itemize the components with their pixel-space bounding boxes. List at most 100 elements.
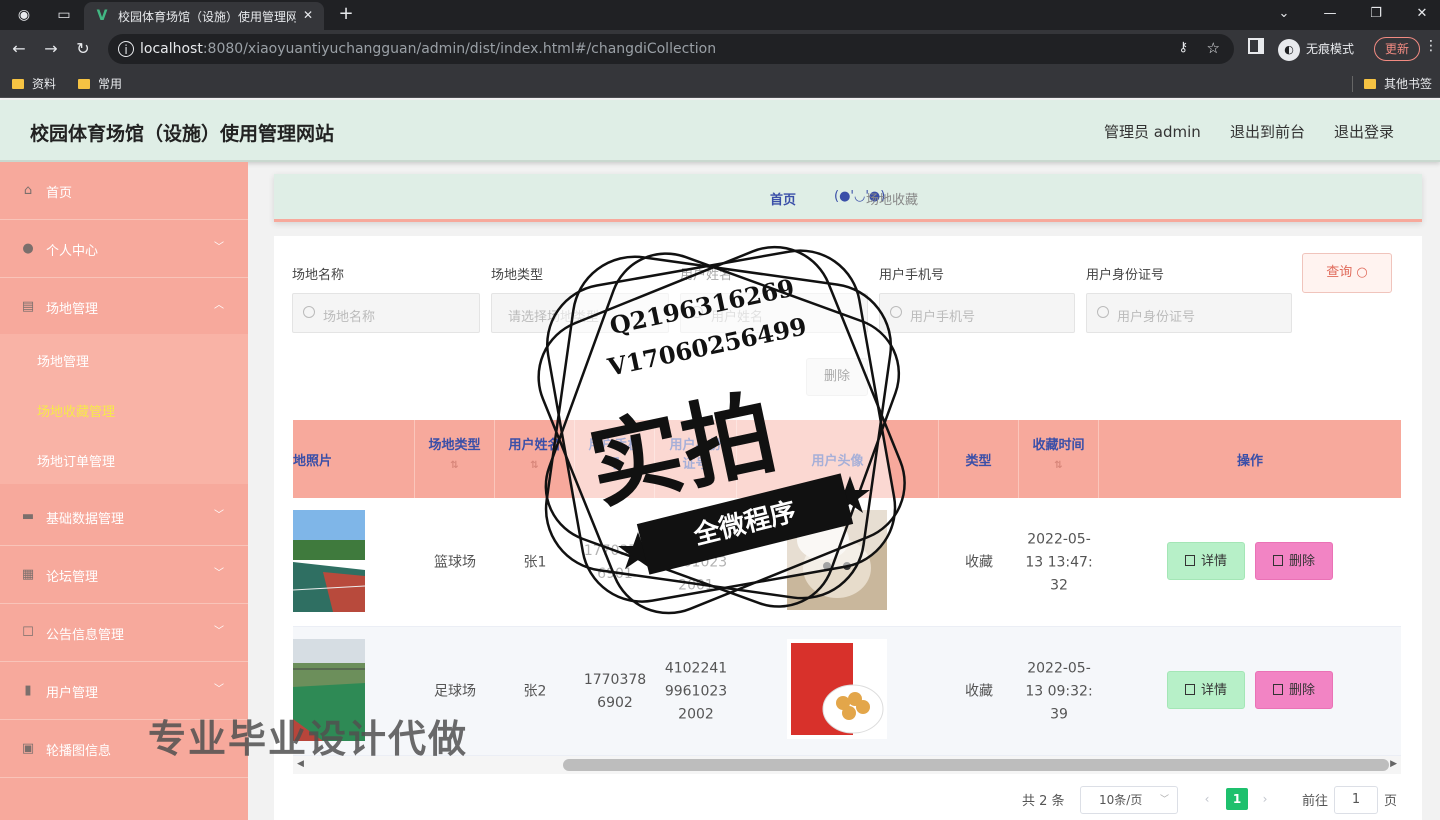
search-icon [1097,306,1109,318]
sidebar-item-venue[interactable]: ▤ 场地管理 ︿ [0,278,248,336]
next-page-icon[interactable]: › [1254,788,1276,810]
address-bar[interactable]: i localhost:8080/xiaoyuantiyuchangguan/a… [108,34,1234,64]
breadcrumb-current: 场地收藏 [866,193,919,208]
forward-icon[interactable]: → [40,38,62,60]
browser-toolbar: ← → ↻ i localhost:8080/xiaoyuantiyuchang… [0,30,1440,68]
venue-photo [293,510,365,612]
folder-icon [78,79,90,89]
folder-icon [12,79,24,89]
sidebar-item-notice[interactable]: ☐ 公告信息管理 ﹀ [0,604,248,662]
id-card-input[interactable]: 用户身份证号 [1086,293,1292,333]
tab-title: 校园体育场馆（设施）使用管理网 [118,10,296,24]
scrollbar-thumb[interactable] [563,759,1389,771]
sidebar-item-label: 场地管理 [46,302,99,317]
prev-page-icon[interactable]: ‹ [1196,788,1218,810]
sort-icon: ⇅ [1054,460,1063,471]
sidebar-item-label: 公告信息管理 [46,628,125,643]
image-icon: ▣ [21,741,35,756]
logout-link[interactable]: 退出登录 [1334,121,1394,142]
breadcrumb-home[interactable]: 首页 [770,189,796,208]
cell-type: 收藏 [965,554,993,570]
sidebar-item-forum[interactable]: ▦ 论坛管理 ﹀ [0,546,248,604]
user-name-label: 用户姓名 [680,268,733,283]
sidebar-subitem-collection[interactable]: 场地收藏管理 [0,384,248,434]
back-icon[interactable]: ← [8,38,30,60]
pagination-total: 共 2 条 [1022,794,1065,809]
side-panel-icon[interactable] [1248,38,1264,54]
bookmarks-bar: 资料 常用 其他书签 [0,68,1440,98]
scroll-right-icon[interactable]: ▶ [1390,759,1397,769]
restore-icon[interactable]: ❐ [1364,4,1388,24]
key-icon[interactable]: ⚷ [1178,40,1188,55]
page-size-select[interactable]: 10条/页 ﹀ [1080,786,1178,814]
sidebar-item-profile[interactable]: ● 个人中心 ﹀ [0,220,248,278]
sidebar-subitem-label: 场地收藏管理 [37,405,116,420]
site-info-icon[interactable]: i [118,41,134,57]
chevron-down-icon: ﹀ [214,568,224,579]
tab-search-icon[interactable]: ⌄ [1272,4,1296,24]
sidebar-item-basedata[interactable]: ▬ 基础数据管理 ﹀ [0,488,248,546]
detail-button[interactable]: 详情 [1167,542,1245,580]
bookmark-folder[interactable]: 常用 [78,75,122,92]
sidebar-subitem-order[interactable]: 场地订单管理 [0,434,248,484]
minimize-icon[interactable]: — [1318,4,1342,24]
notice-icon: ☐ [22,625,34,640]
chevron-down-icon: ﹀ [214,510,224,521]
new-tab-icon[interactable]: + [336,4,356,24]
query-button[interactable]: 查询 ○ [1302,253,1392,293]
th-venue-type[interactable]: 场地类型 ⇅ [415,420,495,498]
table-header: 地照片 场地类型 ⇅ 用户姓名 ⇅ 用户手机号 用户身份证号 用户头像 类型 收藏时… [293,420,1401,498]
th-time[interactable]: 收藏时间 ⇅ [1019,420,1099,498]
incognito-indicator[interactable]: ◐ 无痕模式 [1278,37,1354,61]
user-icon: ● [22,241,34,256]
bookmark-divider [1352,76,1353,92]
delete-button[interactable]: 删除 [1255,671,1333,709]
menu-dots-icon[interactable]: ⋮ [1424,38,1438,54]
page-current[interactable]: 1 [1226,788,1248,810]
sidebar-item-label: 轮播图信息 [46,744,112,759]
list-icon: ▤ [21,299,35,314]
cell-user-name: 张1 [523,554,547,570]
venue-name-input[interactable]: 场地名称 [292,293,480,333]
id-card-placeholder: 用户身份证号 [1117,310,1196,325]
delete-button[interactable]: 删除 [1255,542,1333,580]
sidebar-subitem-label: 场地管理 [37,355,90,370]
sidebar-item-label: 基础数据管理 [46,512,125,527]
search-icon [890,306,902,318]
th-photo[interactable]: 地照片 [293,420,415,498]
venue-name-label: 场地名称 [292,268,345,283]
th-type[interactable]: 类型 [939,420,1019,498]
trash-icon [1272,555,1283,566]
sort-icon: ⇅ [530,460,539,471]
batch-delete-button[interactable]: 删除 [806,358,868,396]
phone-input[interactable]: 用户手机号 [879,293,1075,333]
page-jump-input[interactable]: 1 [1334,786,1378,814]
venue-type-placeholder: 请选择场地类型 [508,310,600,325]
browser-tab-active[interactable]: V 校园体育场馆（设施）使用管理网 ✕ [84,2,324,30]
update-button[interactable]: 更新 [1374,37,1420,61]
reload-icon[interactable]: ↻ [72,38,94,60]
bookmark-star-icon[interactable]: ☆ [1207,39,1220,57]
cell-type: 收藏 [965,683,993,699]
detail-button[interactable]: 详情 [1167,671,1245,709]
tab-close-icon[interactable]: ✕ [300,7,316,23]
cell-id-card: 410224199610232002 [664,660,728,722]
globe-icon[interactable]: ◉ [14,5,34,25]
search-icon [303,306,315,318]
other-bookmarks[interactable]: 其他书签 [1364,75,1432,92]
venue-name-placeholder: 场地名称 [323,310,376,325]
sidebar-item-home[interactable]: ⌂ 首页 [0,162,248,220]
watermark-bottom: 专业毕业设计代做 [148,717,469,761]
chevron-up-icon: ︿ [214,300,224,311]
browser-tab-bar: ◉ ▭ V 校园体育场馆（设施）使用管理网 ✕ + ⌄ — ❐ ✕ [0,0,1440,30]
back-to-front-link[interactable]: 退出到前台 [1230,121,1305,142]
bookmark-folder[interactable]: 资料 [12,75,56,92]
sidebar-subitem-venue[interactable]: 场地管理 [0,334,248,384]
tab-list-icon[interactable]: ▭ [54,5,74,25]
chevron-down-icon: ﹀ [214,626,224,637]
phone-label: 用户手机号 [879,268,945,283]
breadcrumb: 首页 (●'◡'●) 场地收藏 [274,174,1422,222]
window-close-icon[interactable]: ✕ [1410,4,1434,24]
vue-favicon-icon: V [96,8,108,24]
th-user-name[interactable]: 用户姓名 ⇅ [495,420,575,498]
